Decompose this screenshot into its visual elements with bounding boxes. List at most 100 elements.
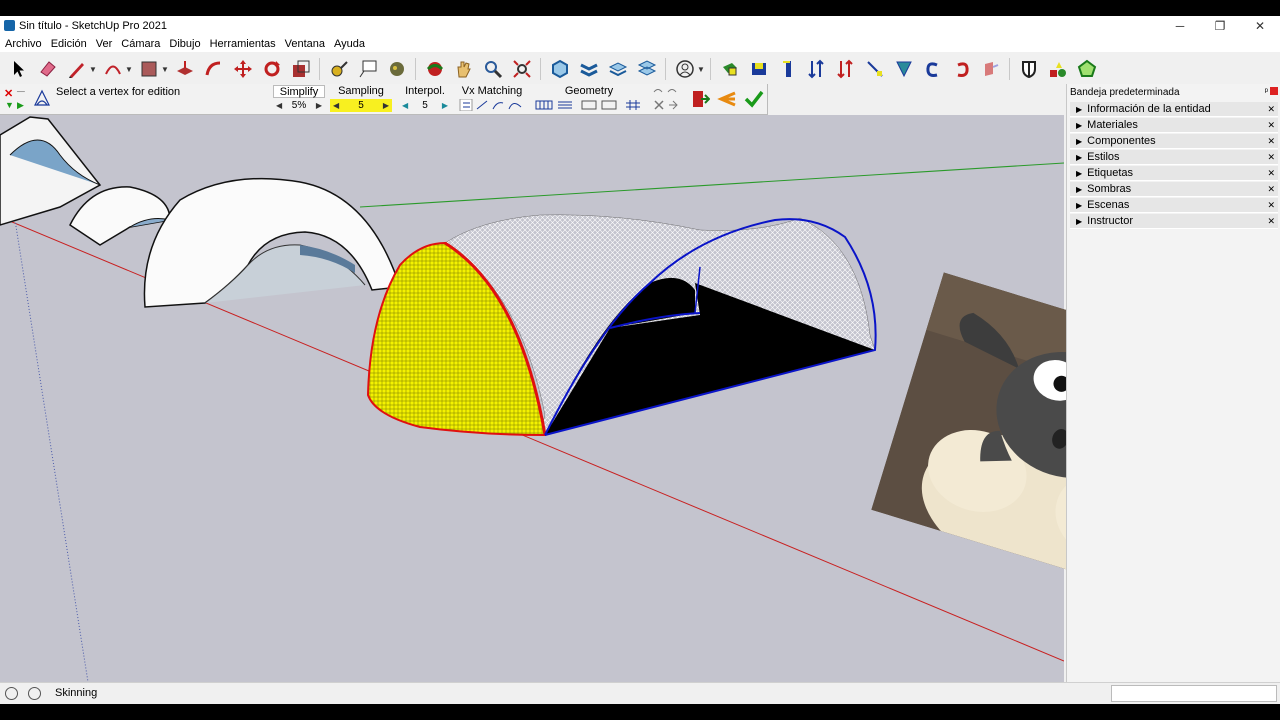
blue-axis-line (14, 219, 89, 682)
close-icon[interactable]: ✕ (1267, 118, 1275, 133)
interpol-label[interactable]: Interpol. (399, 85, 451, 98)
orbit-icon[interactable] (424, 58, 446, 80)
decrease-icon[interactable]: ◀ (276, 99, 282, 112)
subtract-icon[interactable] (636, 58, 658, 80)
select-icon[interactable] (8, 58, 30, 80)
extension-11-icon[interactable] (1018, 58, 1040, 80)
extension-5-icon[interactable] (835, 58, 857, 80)
menu-dibujo[interactable]: Dibujo (169, 38, 200, 50)
minimize-button[interactable]: ─ (1160, 16, 1200, 36)
chevron-down-icon[interactable]: ▼ (161, 65, 169, 74)
menu-ayuda[interactable]: Ayuda (334, 38, 365, 50)
close-icon[interactable]: ✕ (1267, 198, 1275, 213)
extension-7-icon[interactable] (893, 58, 915, 80)
vx-matching-label[interactable]: Vx Matching (458, 85, 526, 98)
exit-icon[interactable] (689, 88, 711, 110)
window-title: Sin título - SketchUp Pro 2021 (19, 20, 167, 32)
geo-location-icon[interactable] (5, 687, 18, 700)
vx-matching-icons[interactable] (459, 98, 525, 112)
extension-2-icon[interactable] (748, 58, 770, 80)
white-arch-shapes[interactable] (0, 116, 402, 308)
extension-1-icon[interactable] (719, 58, 741, 80)
tape-measure-icon[interactable] (328, 58, 350, 80)
close-icon[interactable]: ✕ (1267, 214, 1275, 229)
info-icon[interactable] (28, 687, 41, 700)
extension-10-icon[interactable] (980, 58, 1002, 80)
interpol-value-control[interactable]: ◀ 5 ▶ (399, 99, 451, 112)
close-icon[interactable]: ✕ (1267, 150, 1275, 165)
panel-tags[interactable]: ▶ Etiquetas ✕ (1070, 166, 1278, 181)
zoom-icon[interactable] (482, 58, 504, 80)
sampling-value-control[interactable]: ◀ 5 ▶ (330, 99, 392, 112)
vx-matching-param: Vx Matching (458, 85, 526, 113)
pencil-line-icon[interactable] (66, 58, 88, 80)
rotate-icon[interactable] (261, 58, 283, 80)
geometry-icons[interactable] (534, 99, 644, 111)
extension-8-icon[interactable] (922, 58, 944, 80)
union-icon[interactable] (607, 58, 629, 80)
back-arrow-icon[interactable] (716, 88, 738, 110)
simplify-label[interactable]: Simplify (273, 85, 325, 98)
panel-components[interactable]: ▶ Componentes ✕ (1070, 134, 1278, 149)
menu-camara[interactable]: Cámara (121, 38, 160, 50)
panel-styles[interactable]: ▶ Estilos ✕ (1070, 150, 1278, 165)
simplify-value-control[interactable]: ◀ 5% ▶ (273, 99, 325, 112)
sampling-label[interactable]: Sampling (330, 85, 392, 98)
undo-redo-icons[interactable] (651, 86, 681, 112)
extension-4-icon[interactable] (806, 58, 828, 80)
paint-bucket-icon[interactable] (386, 58, 408, 80)
arc-icon[interactable] (102, 58, 124, 80)
pan-icon[interactable] (453, 58, 475, 80)
chevron-down-icon[interactable]: ▼ (89, 65, 97, 74)
zoom-extents-icon[interactable] (511, 58, 533, 80)
increase-icon[interactable]: ▶ (316, 99, 322, 112)
decrease-icon[interactable]: ◀ (333, 99, 339, 112)
geometry-label[interactable]: Geometry (533, 85, 645, 98)
menu-ventana[interactable]: Ventana (285, 38, 325, 50)
extension-13-icon[interactable] (1076, 58, 1098, 80)
text-icon[interactable] (357, 58, 379, 80)
close-button[interactable]: ✕ (1240, 16, 1280, 36)
extension-9-icon[interactable] (951, 58, 973, 80)
menu-archivo[interactable]: Archivo (5, 38, 42, 50)
close-icon[interactable]: ✕ (4, 87, 13, 100)
chevron-down-icon[interactable]: ▼ (697, 65, 705, 74)
restore-button[interactable]: ❐ (1200, 16, 1240, 36)
close-icon[interactable]: ✕ (1267, 102, 1275, 117)
close-icon[interactable]: ✕ (1267, 134, 1275, 149)
menu-ver[interactable]: Ver (96, 38, 113, 50)
arrow-down-icon[interactable]: ▼ (5, 100, 14, 110)
measurements-box[interactable] (1111, 685, 1277, 702)
menu-edicion[interactable]: Edición (51, 38, 87, 50)
menu-herramientas[interactable]: Herramientas (210, 38, 276, 50)
extension-12-icon[interactable] (1047, 58, 1069, 80)
minimize-icon[interactable]: ─ (17, 86, 25, 98)
outer-shell-icon[interactable] (549, 58, 571, 80)
increase-icon[interactable]: ▶ (442, 99, 448, 112)
eraser-icon[interactable] (37, 58, 59, 80)
intersect-icon[interactable] (578, 58, 600, 80)
panel-scenes[interactable]: ▶ Escenas ✕ (1070, 198, 1278, 213)
arrow-right-icon[interactable]: ▶ (17, 100, 24, 111)
tray-close-icon[interactable] (1270, 87, 1278, 95)
extension-3-icon[interactable] (777, 58, 799, 80)
rectangle-icon[interactable] (138, 58, 160, 80)
move-icon[interactable] (232, 58, 254, 80)
chevron-down-icon[interactable]: ▼ (125, 65, 133, 74)
close-icon[interactable]: ✕ (1267, 182, 1275, 197)
push-pull-icon[interactable] (174, 58, 196, 80)
extension-6-icon[interactable] (864, 58, 886, 80)
skinned-surface-model[interactable] (366, 214, 877, 437)
pin-icon[interactable]: ᵖ (1265, 86, 1268, 96)
increase-icon[interactable]: ▶ (383, 99, 389, 112)
checkmark-icon[interactable] (743, 88, 765, 110)
scale-icon[interactable] (290, 58, 312, 80)
close-icon[interactable]: ✕ (1267, 166, 1275, 181)
follow-me-icon[interactable] (203, 58, 225, 80)
panel-shadows[interactable]: ▶ Sombras ✕ (1070, 182, 1278, 197)
panel-entity-info[interactable]: ▶ Información de la entidad ✕ (1070, 102, 1278, 117)
user-icon[interactable] (674, 58, 696, 80)
panel-instructor[interactable]: ▶ Instructor ✕ (1070, 214, 1278, 229)
decrease-icon[interactable]: ◀ (402, 99, 408, 112)
panel-materials[interactable]: ▶ Materiales ✕ (1070, 118, 1278, 133)
